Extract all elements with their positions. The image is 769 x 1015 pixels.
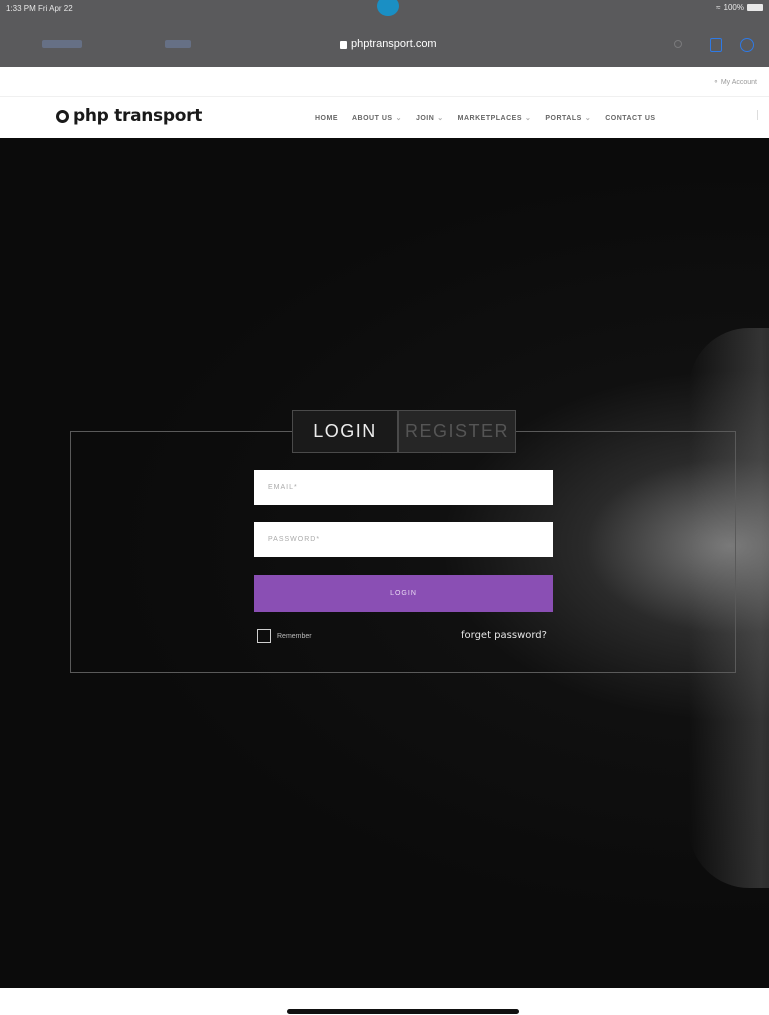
main-menu: HOME ABOUT US ⌄ JOIN ⌄ MARKETPLACES ⌄ PORTA…: [315, 114, 656, 123]
nav-item-label: CONTACT US: [605, 114, 656, 122]
url-text: phptransport.com: [351, 38, 437, 50]
my-account-link[interactable]: ⚬ My Account: [713, 78, 757, 86]
remember-checkbox[interactable]: [257, 629, 271, 643]
password-field[interactable]: [254, 522, 553, 557]
tabs-overview-icon[interactable]: [740, 38, 754, 52]
user-icon: ⚬: [712, 79, 719, 86]
battery-percent: 100%: [723, 3, 744, 12]
login-button[interactable]: LOGIN: [254, 575, 553, 612]
status-time: 1:33 PM Fri Apr 22: [6, 4, 73, 13]
sidebar-toggle-icon[interactable]: [42, 40, 82, 48]
wifi-icon: ≈: [716, 3, 721, 12]
share-icon[interactable]: [710, 38, 722, 52]
nav-item-label: PORTALS: [545, 114, 582, 122]
address-bar[interactable]: phptransport.com: [340, 38, 437, 50]
chevron-down-icon: ⌄: [437, 115, 444, 122]
lock-icon: [340, 41, 347, 49]
nav-item-label: MARKETPLACES: [457, 114, 522, 122]
logo-text: php transport: [73, 106, 203, 126]
nav-item-portals[interactable]: PORTALS ⌄: [545, 114, 592, 123]
nav-item-join[interactable]: JOIN ⌄: [415, 114, 444, 123]
nav-item-label: ABOUT US: [352, 114, 393, 122]
chevron-down-icon: ⌄: [584, 115, 592, 122]
chevron-down-icon: ⌄: [525, 115, 532, 122]
tab-login[interactable]: LOGIN: [292, 410, 398, 453]
forgot-password-link[interactable]: forget password?: [461, 630, 547, 641]
nav-item-home[interactable]: HOME: [315, 114, 338, 122]
home-indicator[interactable]: [287, 1009, 519, 1014]
account-strip: [0, 67, 769, 97]
ipad-screen: 1:33 PM Fri Apr 22 ≈ 100% phptransport.c…: [0, 0, 769, 1015]
remember-label: Remember: [277, 633, 312, 640]
nav-item-about-us[interactable]: ABOUT US ⌄: [352, 114, 402, 123]
auth-tabs: LOGIN REGISTER: [292, 410, 516, 453]
nav-item-contact-us[interactable]: CONTACT US: [605, 114, 655, 122]
site-logo[interactable]: php transport: [56, 106, 202, 126]
tab-register[interactable]: REGISTER: [398, 410, 516, 453]
email-field[interactable]: [254, 470, 553, 505]
logo-icon: [56, 109, 69, 123]
nav-divider: [757, 110, 767, 120]
my-account-label: My Account: [720, 79, 757, 86]
nav-item-label: JOIN: [415, 114, 435, 122]
back-forward-icon[interactable]: [165, 40, 191, 48]
nav-item-marketplaces[interactable]: MARKETPLACES ⌄: [457, 114, 532, 123]
battery-icon: [747, 4, 763, 11]
nav-item-label: HOME: [315, 114, 338, 122]
reload-icon[interactable]: [674, 40, 682, 48]
status-indicators: ≈ 100%: [716, 3, 763, 12]
chevron-down-icon: ⌄: [395, 115, 402, 122]
